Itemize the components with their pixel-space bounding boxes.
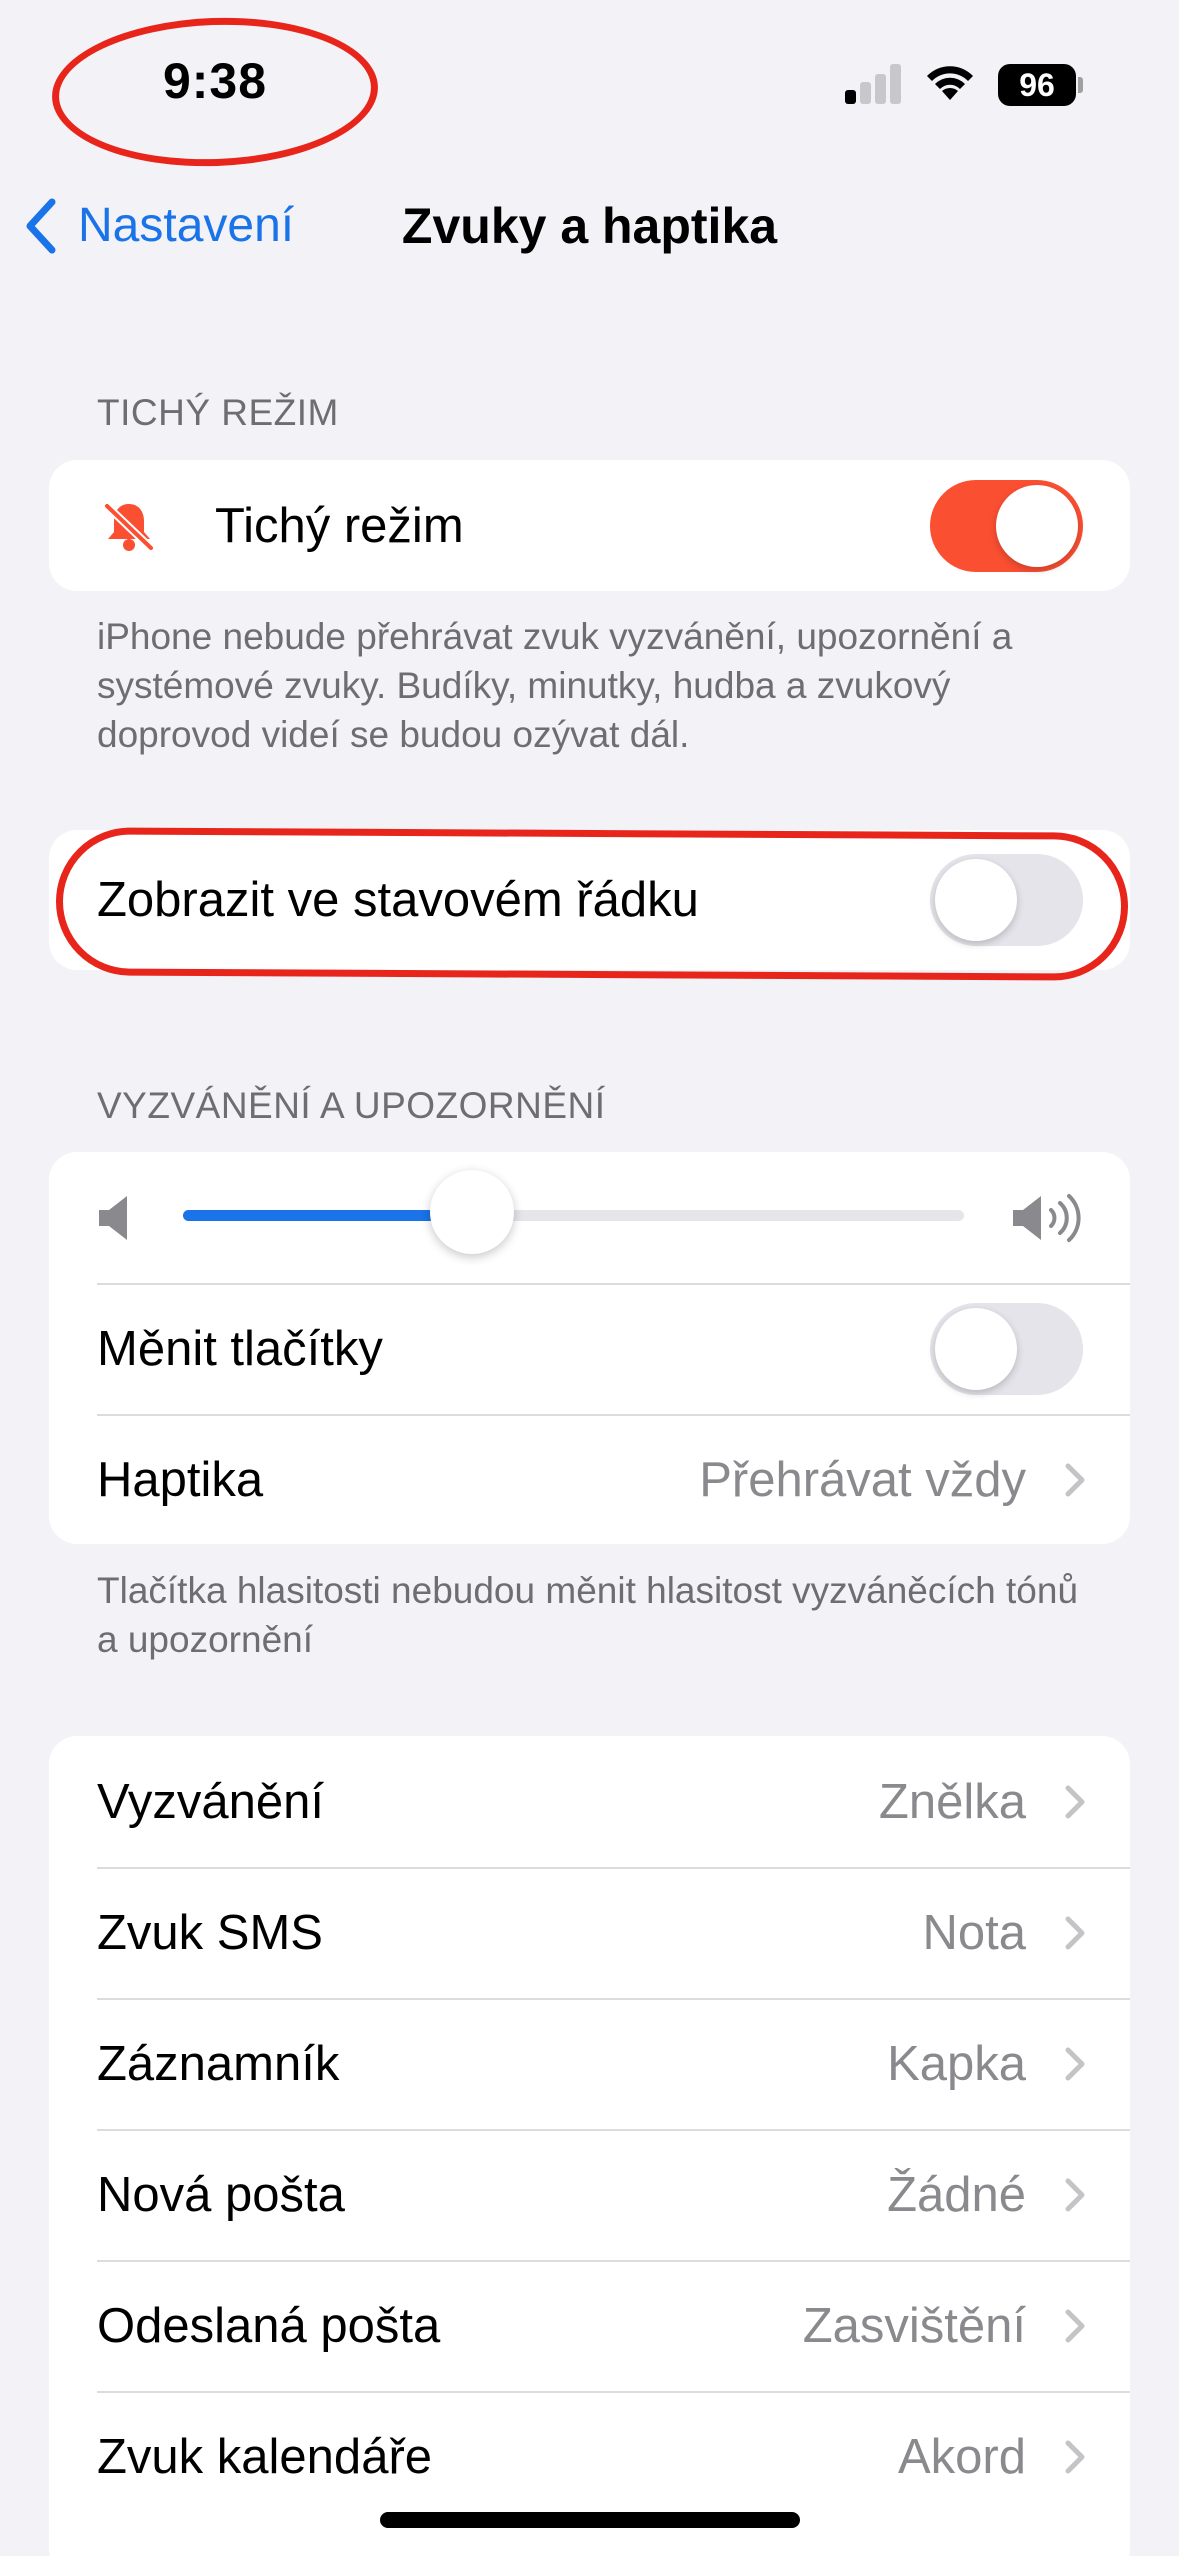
- change-with-buttons-label: Měnit tlačítky: [97, 1321, 383, 1376]
- sounds-group: Vyzvánění Znělka Zvuk SMS Nota Záznamník Kapk…: [49, 1736, 1130, 2556]
- chevron-right-icon: [1065, 2309, 1085, 2343]
- haptics-value: Přehrávat vždy: [699, 1452, 1026, 1507]
- sound-setting-row[interactable]: Nová pošta Žádné: [49, 2129, 1130, 2260]
- sound-setting-label: Zvuk SMS: [97, 1905, 323, 1960]
- volume-slider-thumb[interactable]: [429, 1170, 514, 1254]
- sound-setting-row[interactable]: Odeslaná pošta Zasvištění: [49, 2260, 1130, 2391]
- annotation-circle-status-bar: [55, 827, 1129, 981]
- sound-setting-value: Zasvištění: [802, 2298, 1026, 2353]
- toggle-knob: [935, 1308, 1017, 1390]
- silent-mode-group: Tichý režim: [49, 460, 1130, 591]
- section-header-silent: TICHÝ REŽIM: [97, 392, 339, 433]
- page-title: Zvuky a haptika: [401, 198, 778, 254]
- haptics-label: Haptika: [97, 1452, 264, 1507]
- change-with-buttons-toggle[interactable]: [930, 1303, 1083, 1395]
- separator: [97, 2391, 1130, 2393]
- chevron-right-icon: [1065, 1785, 1085, 1819]
- battery-icon: 96: [998, 64, 1076, 106]
- change-with-buttons-row[interactable]: Měnit tlačítky: [49, 1283, 1130, 1414]
- sound-setting-value: Znělka: [878, 1774, 1026, 1829]
- silent-mode-label: Tichý režim: [215, 498, 464, 553]
- section-header-ringer: VYZVÁNĚNÍ A UPOZORNĚNÍ: [97, 1085, 606, 1126]
- sound-setting-row[interactable]: Vyzvánění Znělka: [49, 1736, 1130, 1867]
- settings-screen: 9:38 96 Nastavení Zvuky a haptika TICHÝ …: [0, 0, 1179, 2556]
- speaker-low-icon: [99, 1196, 127, 1240]
- chevron-right-icon: [1065, 2440, 1085, 2474]
- bell-slash-icon: [103, 502, 155, 552]
- haptics-row[interactable]: Haptika Přehrávat vždy: [49, 1414, 1130, 1544]
- toggle-knob: [996, 485, 1078, 567]
- speaker-high-icon: [1013, 1194, 1081, 1242]
- wifi-icon: [927, 66, 973, 100]
- chevron-right-icon: [1065, 2178, 1085, 2212]
- sound-setting-row[interactable]: Zvuk kalendáře Akord: [49, 2391, 1130, 2522]
- separator: [97, 1998, 1130, 2000]
- sound-setting-value: Žádné: [887, 2167, 1026, 2222]
- sound-setting-value: Akord: [897, 2429, 1026, 2484]
- volume-slider-track[interactable]: [183, 1210, 964, 1221]
- ringer-footer: Tlačítka hlasitosti nebudou měnit hlasit…: [97, 1570, 1079, 1660]
- sound-setting-label: Záznamník: [97, 2036, 340, 2091]
- separator: [97, 2129, 1130, 2131]
- sound-setting-label: Odeslaná pošta: [97, 2298, 441, 2353]
- silent-mode-row[interactable]: Tichý režim: [49, 460, 1130, 591]
- home-indicator: [380, 2512, 800, 2528]
- volume-slider-fill: [183, 1210, 472, 1221]
- separator: [97, 2260, 1130, 2262]
- sound-setting-label: Nová pošta: [97, 2167, 345, 2222]
- sound-setting-label: Zvuk kalendáře: [97, 2429, 433, 2484]
- sound-setting-value: Kapka: [887, 2036, 1026, 2091]
- silent-mode-footer: iPhone nebude přehrávat zvuk vyzvánění, …: [97, 616, 1013, 755]
- chevron-right-icon: [1065, 2047, 1085, 2081]
- sound-setting-value: Nota: [922, 1905, 1026, 1960]
- sound-setting-row[interactable]: Zvuk SMS Nota: [49, 1867, 1130, 1998]
- sound-setting-label: Vyzvánění: [97, 1774, 324, 1829]
- separator: [97, 1867, 1130, 1869]
- sound-setting-row[interactable]: Záznamník Kapka: [49, 1998, 1130, 2129]
- silent-mode-toggle[interactable]: [930, 480, 1083, 572]
- battery-cap: [1078, 77, 1083, 93]
- cellular-signal-icon: [845, 64, 903, 104]
- annotation-circle-time: [49, 12, 381, 172]
- chevron-right-icon: [1065, 1916, 1085, 1950]
- chevron-right-icon: [1065, 1463, 1085, 1497]
